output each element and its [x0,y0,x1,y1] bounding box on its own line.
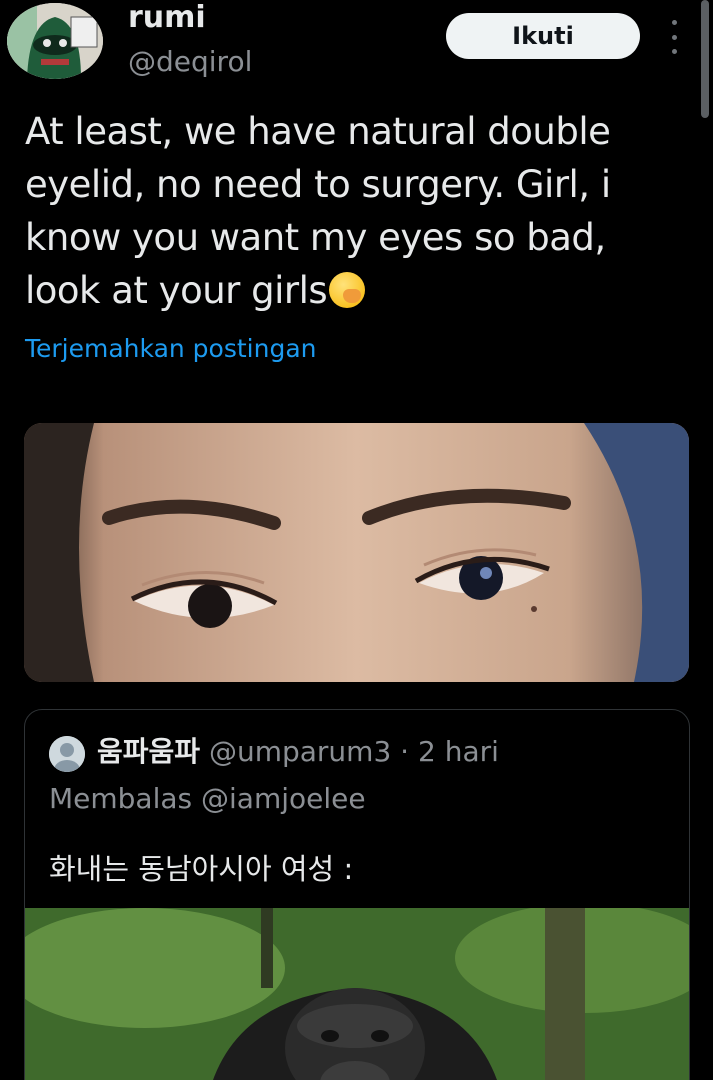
quoted-tweet-text: 화내는 동남아시아 여성 : [49,852,354,886]
hand-over-mouth-emoji-icon [329,272,366,308]
scrollbar[interactable] [701,0,709,118]
eyes-photo-illustration [24,423,689,682]
more-vertical-icon[interactable] [664,20,684,54]
meta-separator: · [400,735,410,768]
quoted-tweet-photo[interactable] [25,903,689,1080]
quoted-display-name[interactable]: 움파움파 [97,735,200,768]
chimpanzee-photo-illustration [25,903,689,1080]
avatar-illustration [7,3,103,79]
author-avatar[interactable] [7,3,103,79]
tweet-photo[interactable] [24,423,689,682]
quoted-tweet-header: 움파움파 @umparum3 · 2 hari [97,730,499,770]
post-detail-page: rumi @deqirol Ikuti At least, we have na… [0,0,713,1080]
default-person-icon [49,736,85,772]
tweet-text: At least, we have natural double eyelid,… [25,105,685,317]
author-handle[interactable]: @deqirol [128,45,252,78]
translate-post-link[interactable]: Terjemahkan postingan [25,334,317,363]
quoted-timestamp[interactable]: 2 hari [418,735,499,768]
tweet-text-content: At least, we have natural double eyelid,… [25,110,611,312]
author-display-name[interactable]: rumi [128,0,206,35]
follow-button[interactable]: Ikuti [446,13,640,59]
quoted-reply-to: Membalas @iamjoelee [49,782,366,815]
default-avatar-icon[interactable] [49,736,85,772]
quoted-tweet-card[interactable]: 움파움파 @umparum3 · 2 hari Membalas @iamjoe… [24,709,690,1080]
quoted-handle[interactable]: @umparum3 [209,735,391,768]
